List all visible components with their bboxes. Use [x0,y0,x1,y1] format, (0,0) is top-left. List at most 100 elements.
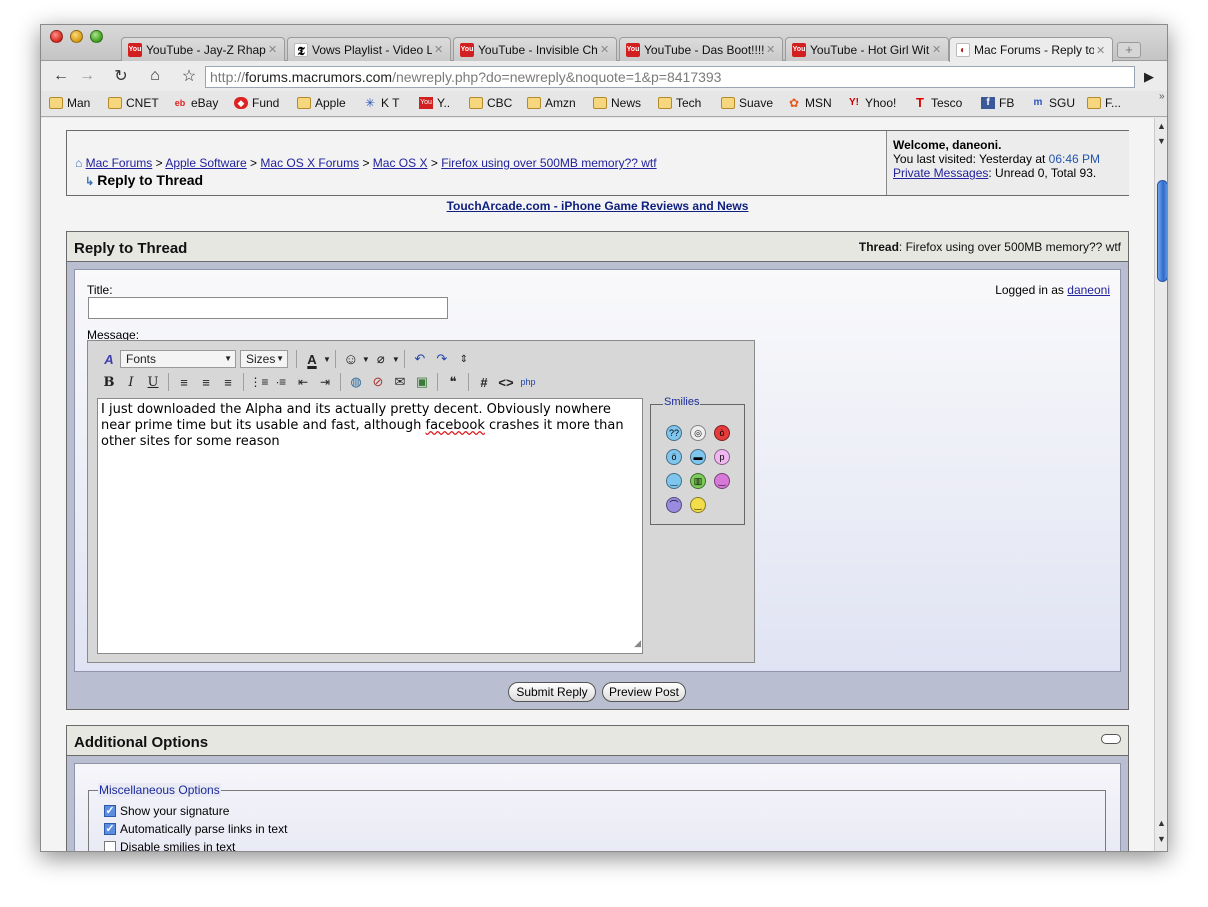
bookmark-star-icon[interactable]: ☆ [177,65,201,87]
happy-smilie-icon[interactable]: ‿ [690,497,706,513]
eek-smilie-icon[interactable]: ◎ [690,425,706,441]
window-close-button[interactable] [50,30,63,43]
remove-link-icon[interactable]: ⊘ [367,372,389,392]
checkbox-checked[interactable]: ✓ [104,805,116,817]
smile-smilie-icon[interactable]: ‿ [666,473,682,489]
chevron-down-icon[interactable]: ▼ [323,355,331,364]
tab-mac-forums[interactable]: ◐ Mac Forums - Reply to ✕ [949,37,1113,62]
resize-grip-icon[interactable]: ◢ [634,636,641,652]
window-minimize-button[interactable] [70,30,83,43]
bookmark-apple[interactable]: Apple [297,96,346,110]
window-zoom-button[interactable] [90,30,103,43]
new-tab-button[interactable]: + [1117,42,1141,58]
cool-smilie-icon[interactable]: ▬ [690,449,706,465]
code-hash-icon[interactable]: # [473,372,495,392]
confused-smilie-icon[interactable]: ?? [666,425,682,441]
outdent-icon[interactable]: ⇤ [292,372,314,392]
breadcrumb-link-mac-os-x[interactable]: Mac OS X [373,156,428,170]
insert-smilie-icon[interactable]: ☺ [340,349,362,369]
mad-smilie-icon[interactable]: ò [714,425,730,441]
tab-close-icon[interactable]: ✕ [1096,44,1106,57]
wink-smilie-icon[interactable]: ‿ [714,473,730,489]
vertical-scrollbar[interactable]: ▲ ▼ ▲ ▼ [1154,118,1167,851]
toucharcade-promo-link[interactable]: TouchArcade.com - iPhone Game Reviews an… [41,199,1154,213]
tab-close-icon[interactable]: ✕ [268,43,278,56]
tab-close-icon[interactable]: ✕ [600,43,610,56]
bookmark-f[interactable]: F... [1087,96,1121,110]
scrollbar-thumb[interactable] [1157,180,1167,282]
option-parse-links[interactable]: ✓ Automatically parse links in text [104,822,287,836]
remove-format-icon[interactable]: A [98,349,120,369]
ordered-list-icon[interactable]: ⋮≡ [248,372,270,392]
attachment-paperclip-icon[interactable]: ⌀ [370,349,392,369]
submit-reply-button[interactable]: Submit Reply [508,682,596,702]
bookmark-amzn[interactable]: Amzn [527,96,576,110]
tab-close-icon[interactable]: ✕ [932,43,942,56]
underline-icon[interactable]: U [142,372,164,392]
scroll-up-arrow-icon[interactable]: ▲ [1157,121,1166,131]
tab-youtube-hotgirl[interactable]: You YouTube - Hot Girl Wit ✕ [785,37,949,61]
quote-icon[interactable]: ❝ [442,372,464,392]
unordered-list-icon[interactable]: ∙≡ [270,372,292,392]
bookmark-msn[interactable]: ✿ MSN [787,96,832,110]
bookmark-cnet[interactable]: CNET [108,96,159,110]
align-center-icon[interactable]: ≡ [195,372,217,392]
apple-logo-icon[interactable] [714,497,730,513]
resize-editor-icon[interactable]: ⇕ [453,349,475,369]
address-bar[interactable]: http://forums.macrumors.com/newreply.php… [205,66,1135,88]
bookmarks-overflow-chevron-icon[interactable]: » [1159,91,1165,102]
breadcrumb-link-mac-os-x-forums[interactable]: Mac OS X Forums [260,156,359,170]
private-messages-link[interactable]: Private Messages [893,166,988,180]
bookmark-ebay[interactable]: eb eBay [173,96,219,110]
align-right-icon[interactable]: ≡ [217,372,239,392]
back-arrow-icon[interactable]: ← [49,65,73,87]
bookmark-cbc[interactable]: CBC [469,96,512,110]
tab-youtube-jayz[interactable]: You YouTube - Jay-Z Rhaps ✕ [121,37,285,61]
redo-icon[interactable]: ↷ [431,349,453,369]
align-left-icon[interactable]: ≡ [173,372,195,392]
scroll-down-arrow-icon[interactable]: ▼ [1157,136,1166,146]
title-input[interactable] [88,297,448,319]
insert-email-icon[interactable]: ✉ [389,372,411,392]
collapse-toggle-icon[interactable] [1101,734,1121,744]
bold-icon[interactable]: B [98,372,120,392]
bookmark-tech[interactable]: Tech [658,96,701,110]
username-link[interactable]: daneoni [1067,283,1110,297]
tab-youtube-invisible[interactable]: You YouTube - Invisible Ch ✕ [453,37,617,61]
breadcrumb-link-apple-software[interactable]: Apple Software [165,156,246,170]
undo-icon[interactable]: ↶ [409,349,431,369]
chevron-down-icon[interactable]: ▼ [362,355,370,364]
option-disable-smilies[interactable]: Disable smilies in text [104,840,235,851]
bookmark-kt[interactable]: ✳ K T [363,96,399,110]
html-code-icon[interactable]: <> [495,372,517,392]
bookmark-suave[interactable]: Suave [721,96,773,110]
grin-smilie-icon[interactable]: ▥ [690,473,706,489]
preview-post-button[interactable]: Preview Post [602,682,686,702]
tab-vows-playlist[interactable]: 𝕿 Vows Playlist - Video L ✕ [287,37,451,61]
tab-close-icon[interactable]: ✕ [434,43,444,56]
option-show-signature[interactable]: ✓ Show your signature [104,804,229,818]
bookmark-facebook[interactable]: f FB [981,96,1014,110]
chevron-down-icon[interactable]: ▼ [392,355,400,364]
breadcrumb-link-mac-forums[interactable]: Mac Forums [86,156,153,170]
checkbox-unchecked[interactable] [104,841,116,851]
php-code-icon[interactable]: php [517,372,539,392]
reload-icon[interactable]: ↻ [109,65,133,87]
bookmark-fund[interactable]: ◆ Fund [234,96,279,110]
text-color-icon[interactable]: A [301,349,323,369]
italic-icon[interactable]: I [120,372,142,392]
home-icon[interactable]: ⌂ [143,65,167,87]
font-select[interactable]: Fonts ▼ [120,350,236,368]
tab-youtube-dasboot[interactable]: You YouTube - Das Boot!!!! ✕ [619,37,783,61]
size-select[interactable]: Sizes ▼ [240,350,288,368]
bookmark-yahoo[interactable]: Y! Yhoo! [847,96,896,110]
tongue-smilie-icon[interactable]: p [714,449,730,465]
bookmark-tesco[interactable]: T Tesco [913,96,962,110]
rolleyes-smilie-icon[interactable]: ö [666,449,682,465]
insert-link-globe-icon[interactable]: ◍ [345,372,367,392]
bookmark-news[interactable]: News [593,96,641,110]
scroll-up-arrow-icon[interactable]: ▲ [1157,818,1166,828]
page-menu-play-icon[interactable]: ▶ [1137,66,1161,88]
bookmark-man[interactable]: Man [49,96,90,110]
tab-close-icon[interactable]: ✕ [766,43,776,56]
